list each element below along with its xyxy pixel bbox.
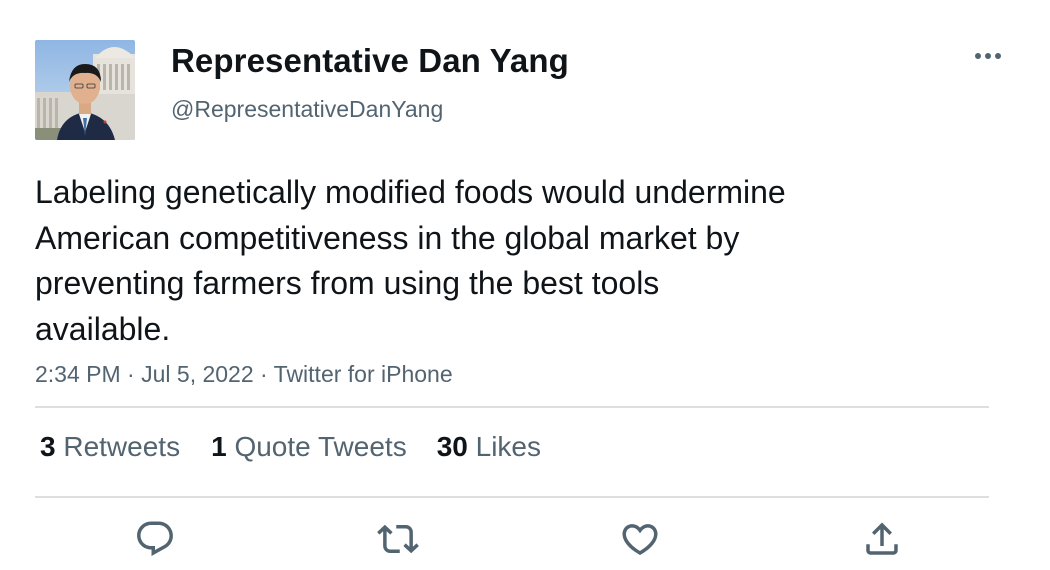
profile-photo [35,40,135,140]
retweets-stat-link[interactable]: 3 Retweets [40,431,180,463]
meta-separator: · [120,361,142,387]
tweet-stats: 3 Retweets 1 Quote Tweets 30 Likes [40,431,541,463]
divider [35,406,989,408]
tweet-text-line: preventing farmers from using the best t… [35,265,660,301]
tweet-text-line: Labeling genetically modified foods woul… [35,174,786,210]
more-horizontal-icon [975,53,1001,59]
likes-label: Likes [475,431,542,462]
like-button[interactable] [619,518,661,560]
quote-tweets-count: 1 [211,431,227,462]
reply-icon [137,521,173,556]
reply-button[interactable] [134,518,176,560]
tweet-meta: 2:34 PM · Jul 5, 2022 · Twitter for iPho… [35,361,453,388]
display-name[interactable]: Representative Dan Yang [171,42,569,80]
user-handle[interactable]: @RepresentativeDanYang [171,96,443,123]
quote-tweets-stat-link[interactable]: 1 Quote Tweets [211,431,407,463]
retweet-icon [377,524,419,554]
retweets-count: 3 [40,431,56,462]
quote-tweets-label: Quote Tweets [234,431,407,462]
divider [35,496,989,498]
retweet-button[interactable] [377,518,419,560]
tweet-source-link[interactable]: Twitter for iPhone [274,361,453,387]
tweet-text: Labeling genetically modified foods woul… [35,170,895,352]
heart-icon [622,524,658,556]
likes-count: 30 [436,431,468,462]
tweet-text-line: available. [35,310,171,347]
tweet-date-link[interactable]: Jul 5, 2022 [141,361,254,387]
tweet-time-link[interactable]: 2:34 PM [35,361,121,387]
likes-stat-link[interactable]: 30 Likes [437,431,541,463]
more-options-button[interactable] [968,40,1008,74]
tweet-text-line: American competitiveness in the global m… [35,219,740,256]
meta-separator: · [253,361,274,387]
share-icon [866,522,898,555]
share-button[interactable] [861,518,903,560]
retweets-label: Retweets [63,431,181,462]
avatar[interactable] [35,40,135,140]
